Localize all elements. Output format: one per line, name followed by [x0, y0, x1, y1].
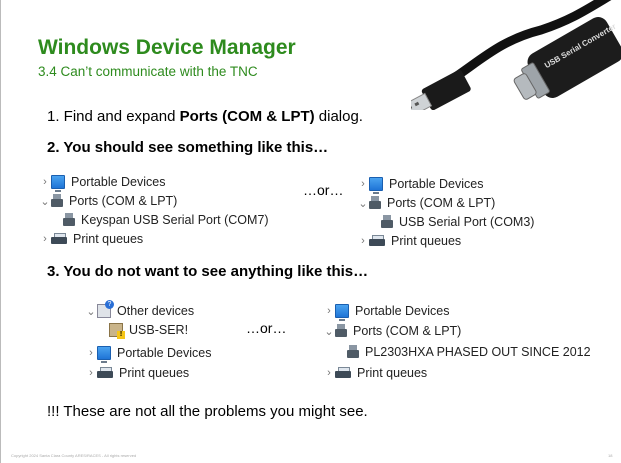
printer-icon — [369, 235, 385, 247]
step-3: 3. You do not want to see anything like … — [47, 263, 369, 280]
monitor-icon — [369, 177, 383, 194]
footer-copyright: Copyright 2024 Santa Clara County ARES/R… — [11, 453, 137, 458]
tree-item-label: Portable Devices — [355, 304, 450, 318]
monitor-icon — [335, 304, 349, 321]
tree-item-device[interactable]: USB Serial Port (COM3) — [381, 213, 534, 231]
tree-item-label: PL2303HXA PHASED OUT SINCE 2012 — [365, 345, 591, 359]
port-icon — [63, 213, 75, 227]
tree-item-other[interactable]: ⌄ Other devices — [85, 300, 195, 320]
step-1-prefix: 1. Find and expand — [47, 108, 180, 125]
chevron-right-icon[interactable]: › — [357, 235, 369, 247]
port-icon — [335, 324, 347, 338]
tree-item-print[interactable]: › Print queues — [39, 230, 143, 248]
tree-item-label: Portable Devices — [71, 175, 166, 189]
tree-item-portable[interactable]: › Portable Devices — [85, 344, 212, 363]
tree-item-device[interactable]: PL2303HXA PHASED OUT SINCE 2012 — [347, 343, 591, 361]
chevron-down-icon[interactable]: ⌄ — [85, 305, 97, 318]
tree-item-label: USB Serial Port (COM3) — [399, 215, 535, 229]
tree-item-portable[interactable]: › Portable Devices — [39, 173, 166, 192]
tree-item-label: Print queues — [119, 366, 190, 380]
tree-item-label: Print queues — [357, 366, 428, 380]
chevron-right-icon[interactable]: › — [323, 305, 335, 317]
port-icon — [381, 215, 393, 229]
tree-item-ports[interactable]: ⌄ Ports (COM & LPT) — [39, 192, 177, 210]
slide-title: Windows Device Manager — [38, 36, 296, 59]
or-label: …or… — [303, 182, 344, 198]
chevron-down-icon[interactable]: ⌄ — [39, 195, 51, 208]
tree-item-device[interactable]: USB-SER! — [109, 321, 188, 339]
step-1: 1. Find and expand Ports (COM & LPT) dia… — [47, 108, 363, 125]
tree-item-label: Other devices — [117, 304, 195, 318]
chevron-down-icon[interactable]: ⌄ — [357, 197, 369, 210]
printer-icon — [97, 367, 113, 379]
tree-item-device[interactable]: Keyspan USB Serial Port (COM7) — [63, 211, 269, 229]
usb-serial-adapter-image: USB Serial Converter — [411, 0, 621, 110]
step-2: 2. You should see something like this… — [47, 139, 329, 156]
step-1-bold: Ports (COM & LPT) — [179, 108, 315, 125]
step-1-suffix: dialog. — [314, 108, 363, 125]
tree-item-print[interactable]: › Print queues — [323, 364, 427, 382]
tree-item-label: Ports (COM & LPT) — [387, 196, 496, 210]
chevron-right-icon[interactable]: › — [323, 367, 335, 379]
printer-icon — [51, 233, 67, 245]
chevron-right-icon[interactable]: › — [357, 178, 369, 190]
tree-item-label: Ports (COM & LPT) — [69, 194, 178, 208]
tree-item-label: Ports (COM & LPT) — [353, 324, 462, 338]
port-icon — [51, 194, 63, 208]
tree-item-print[interactable]: › Print queues — [85, 364, 189, 382]
monitor-icon — [97, 346, 111, 363]
tree-item-label: Portable Devices — [117, 346, 212, 360]
chevron-right-icon[interactable]: › — [85, 367, 97, 379]
chevron-right-icon[interactable]: › — [39, 233, 51, 245]
unknown-device-icon — [97, 300, 114, 318]
chevron-right-icon[interactable]: › — [39, 176, 51, 188]
tree-item-label: Portable Devices — [389, 177, 484, 191]
tree-item-label: Keyspan USB Serial Port (COM7) — [81, 213, 269, 227]
tree-item-portable[interactable]: › Portable Devices — [323, 302, 450, 321]
port-icon — [369, 196, 381, 210]
printer-icon — [335, 367, 351, 379]
monitor-icon — [51, 175, 65, 192]
tree-item-print[interactable]: › Print queues — [357, 232, 461, 250]
tree-item-ports[interactable]: ⌄ Ports (COM & LPT) — [357, 194, 495, 212]
tree-item-portable[interactable]: › Portable Devices — [357, 175, 484, 194]
slide-subtitle: 3.4 Can’t communicate with the TNC — [38, 64, 258, 79]
tree-item-label: Print queues — [73, 232, 144, 246]
tree-item-ports[interactable]: ⌄ Ports (COM & LPT) — [323, 322, 461, 340]
note: !!! These are not all the problems you m… — [47, 403, 368, 420]
page-number: 18 — [608, 453, 613, 458]
slide: USB Serial Converter Windows Device Mana… — [0, 0, 621, 463]
tree-item-label: USB-SER! — [129, 323, 189, 337]
tree-item-label: Print queues — [391, 234, 462, 248]
chevron-down-icon[interactable]: ⌄ — [323, 325, 335, 338]
warning-device-icon — [109, 323, 125, 339]
or-label-2: …or… — [246, 320, 287, 336]
chevron-right-icon[interactable]: › — [85, 347, 97, 359]
port-icon — [347, 345, 359, 359]
